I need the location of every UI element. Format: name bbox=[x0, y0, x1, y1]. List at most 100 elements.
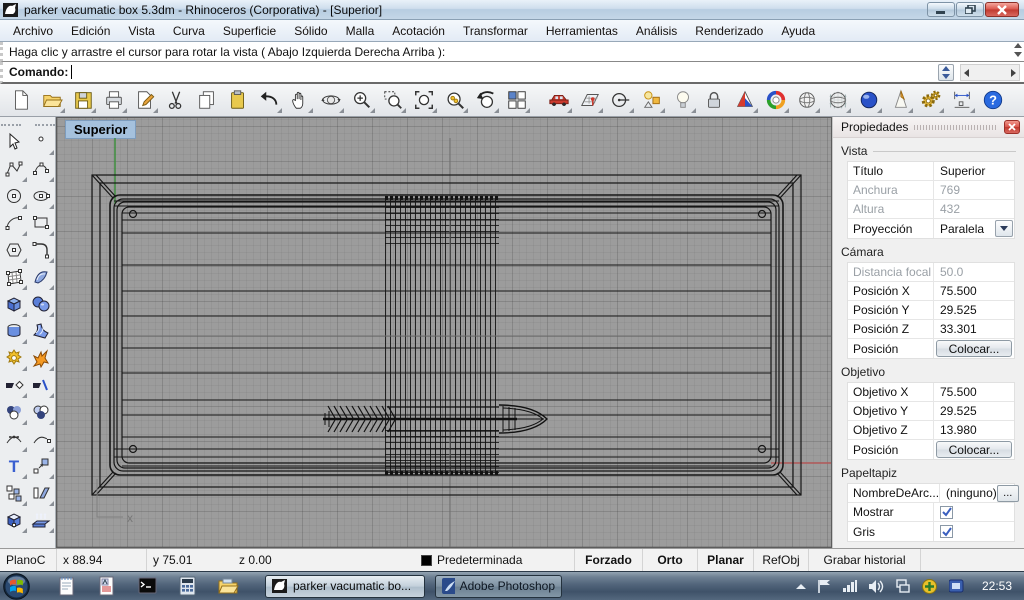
scroll-down-icon[interactable] bbox=[1014, 52, 1022, 57]
titulo-value[interactable]: Superior bbox=[934, 164, 1014, 178]
menu-acotacion[interactable]: Acotación bbox=[383, 22, 454, 40]
spinner-up-icon[interactable] bbox=[942, 66, 950, 71]
block-icon[interactable] bbox=[0, 479, 27, 506]
box-icon[interactable] bbox=[0, 290, 27, 317]
explode-icon[interactable] bbox=[27, 344, 54, 371]
undo-view-icon[interactable] bbox=[473, 87, 499, 113]
point-icon[interactable] bbox=[27, 128, 54, 155]
sphere-icon[interactable] bbox=[27, 290, 54, 317]
history-scrollbar[interactable] bbox=[1014, 43, 1022, 57]
cmd-icon[interactable] bbox=[138, 577, 157, 595]
adjust-curve-icon[interactable] bbox=[0, 425, 27, 452]
command-hscrollbar[interactable] bbox=[960, 64, 1020, 81]
export-page-icon[interactable] bbox=[132, 87, 158, 113]
arc-icon[interactable] bbox=[0, 209, 27, 236]
viewport-superior[interactable]: Superior bbox=[56, 117, 832, 548]
menu-edicion[interactable]: Edición bbox=[62, 22, 119, 40]
new-file-icon[interactable] bbox=[8, 87, 34, 113]
save-icon[interactable] bbox=[70, 87, 96, 113]
polygon-icon[interactable] bbox=[0, 236, 27, 263]
flag-icon[interactable] bbox=[818, 579, 831, 593]
posicion-y-value[interactable]: 29.525 bbox=[934, 303, 1014, 317]
boolean-union-icon[interactable] bbox=[0, 398, 27, 425]
cplane-icon[interactable] bbox=[577, 87, 603, 113]
menu-transformar[interactable]: Transformar bbox=[454, 22, 537, 40]
center-snap-icon[interactable] bbox=[608, 87, 634, 113]
close-button[interactable] bbox=[985, 2, 1019, 17]
wordpad-icon[interactable] bbox=[98, 576, 116, 596]
extrude-icon[interactable] bbox=[27, 506, 54, 533]
toggle-grabar-historial[interactable]: Grabar historial bbox=[809, 549, 921, 571]
cone-icon[interactable] bbox=[887, 87, 913, 113]
loft-icon[interactable] bbox=[0, 317, 27, 344]
options-icon[interactable] bbox=[918, 87, 944, 113]
taskbar-clock[interactable]: 22:53 bbox=[982, 579, 1012, 593]
scale-icon[interactable] bbox=[27, 452, 54, 479]
gris-checkbox[interactable] bbox=[940, 525, 953, 538]
open-file-icon[interactable] bbox=[39, 87, 65, 113]
command-spinner[interactable] bbox=[938, 64, 954, 81]
print-icon[interactable] bbox=[101, 87, 127, 113]
volume-icon[interactable] bbox=[869, 580, 884, 593]
color-wheel-icon[interactable] bbox=[763, 87, 789, 113]
toggle-planar[interactable]: Planar bbox=[698, 549, 754, 571]
browse-file-button[interactable]: ... bbox=[997, 485, 1019, 502]
notepad-icon[interactable] bbox=[58, 576, 76, 596]
proyeccion-value[interactable]: Paralela bbox=[934, 222, 995, 236]
viewport-layout-icon[interactable] bbox=[504, 87, 530, 113]
car-icon[interactable] bbox=[546, 87, 572, 113]
undo-icon[interactable] bbox=[256, 87, 282, 113]
restore-button[interactable] bbox=[956, 2, 984, 17]
sweep-icon[interactable] bbox=[27, 317, 54, 344]
scroll-up-icon[interactable] bbox=[1014, 43, 1022, 48]
zoom-extents-icon[interactable] bbox=[411, 87, 437, 113]
start-orb-icon[interactable] bbox=[3, 573, 30, 600]
pan-icon[interactable] bbox=[287, 87, 313, 113]
colocar-objetivo-button[interactable]: Colocar... bbox=[936, 441, 1012, 458]
scroll-right-icon[interactable] bbox=[1011, 69, 1016, 77]
rhino-logo-icon[interactable] bbox=[3, 2, 19, 18]
command-input[interactable]: Comando: bbox=[0, 62, 1024, 84]
network-icon[interactable] bbox=[896, 579, 910, 593]
objetivo-z-value[interactable]: 13.980 bbox=[934, 423, 1014, 437]
language-icon[interactable] bbox=[949, 579, 964, 593]
split-icon[interactable] bbox=[27, 371, 54, 398]
mostrar-checkbox[interactable] bbox=[940, 506, 953, 519]
nombre-archivo-value[interactable]: (ninguno) bbox=[940, 486, 997, 500]
cut-icon[interactable] bbox=[163, 87, 189, 113]
join-icon[interactable] bbox=[0, 344, 27, 371]
command-history[interactable]: Haga clic y arrastre el cursor para rota… bbox=[0, 42, 1024, 62]
pointer-icon[interactable] bbox=[0, 128, 27, 155]
menu-solido[interactable]: Sólido bbox=[285, 22, 336, 40]
circle-icon[interactable] bbox=[0, 182, 27, 209]
trim-icon[interactable] bbox=[0, 371, 27, 398]
extend-icon[interactable] bbox=[27, 425, 54, 452]
spinner-down-icon[interactable] bbox=[942, 74, 950, 79]
objetivo-y-value[interactable]: 29.525 bbox=[934, 404, 1014, 418]
menu-vista[interactable]: Vista bbox=[119, 22, 163, 40]
panel-header[interactable]: Propiedades bbox=[833, 117, 1024, 138]
menu-renderizado[interactable]: Renderizado bbox=[686, 22, 772, 40]
rotate-view-icon[interactable] bbox=[318, 87, 344, 113]
toggle-orto[interactable]: Orto bbox=[643, 549, 698, 571]
wireframe-display-icon[interactable] bbox=[794, 87, 820, 113]
cplane-pane[interactable]: PlanoC bbox=[0, 549, 57, 571]
posicion-z-value[interactable]: 33.301 bbox=[934, 322, 1014, 336]
collapse-arrow-icon[interactable] bbox=[796, 583, 806, 590]
zoom-icon[interactable] bbox=[349, 87, 375, 113]
light-icon[interactable] bbox=[670, 87, 696, 113]
dimension-icon[interactable] bbox=[949, 87, 975, 113]
zoom-window-icon[interactable] bbox=[380, 87, 406, 113]
current-layer[interactable]: Predeterminada bbox=[437, 553, 522, 567]
calculator-icon[interactable] bbox=[179, 576, 196, 596]
panel-close-icon[interactable] bbox=[1004, 120, 1020, 134]
menu-superficie[interactable]: Superficie bbox=[214, 22, 285, 40]
polyline-icon[interactable] bbox=[0, 155, 27, 182]
osnap-icon[interactable] bbox=[639, 87, 665, 113]
help-icon[interactable]: ? bbox=[980, 87, 1006, 113]
task-rhino[interactable]: parker vacumatic bo... bbox=[265, 575, 425, 598]
shear-icon[interactable] bbox=[27, 479, 54, 506]
toggle-refobj[interactable]: RefObj bbox=[754, 549, 809, 571]
objetivo-x-value[interactable]: 75.500 bbox=[934, 385, 1014, 399]
ellipse-icon[interactable] bbox=[27, 182, 54, 209]
